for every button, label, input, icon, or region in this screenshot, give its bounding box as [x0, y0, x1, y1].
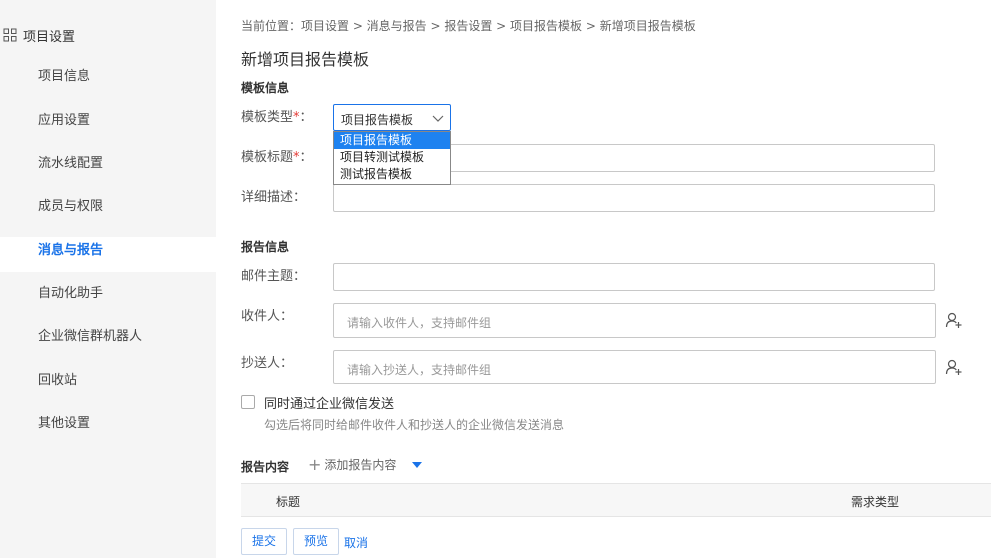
recipients-placeholder: 请输入收件人，支持邮件组 [347, 316, 492, 330]
dropdown-option-project-report[interactable]: 项目报告模板 [334, 132, 450, 149]
sidebar-item-pipeline[interactable]: 流水线配置 [0, 150, 216, 178]
preview-button[interactable]: 预览 [293, 528, 339, 555]
email-subject-input[interactable] [333, 263, 935, 291]
add-cc-icon[interactable] [945, 358, 963, 376]
sidebar-item-messages-reports[interactable]: 消息与报告 [0, 237, 216, 272]
sidebar-item-automation[interactable]: 自动化助手 [0, 280, 216, 308]
wechat-hint: 勾选后将同时给邮件收件人和抄送人的企业微信发送消息 [264, 418, 565, 432]
template-type-label: 模板类型*： [241, 110, 313, 125]
cc-label: 抄送人： [241, 356, 294, 371]
template-type-value: 项目报告模板 [341, 113, 414, 127]
cc-input[interactable]: 请输入抄送人，支持邮件组 [333, 350, 936, 384]
report-info-heading: 报告信息 [241, 240, 290, 254]
template-type-dropdown: 项目报告模板 项目转测试模板 测试报告模板 [333, 131, 451, 185]
caret-down-icon[interactable] [412, 461, 423, 468]
add-recipient-icon[interactable] [945, 311, 963, 329]
template-info-heading: 模板信息 [241, 81, 290, 95]
description-input[interactable] [333, 184, 935, 212]
plus-icon: + [308, 454, 322, 474]
grid-icon [3, 28, 17, 42]
wechat-checkbox[interactable] [241, 395, 255, 409]
wechat-checkbox-label[interactable]: 同时通过企业微信发送 [264, 393, 394, 412]
sidebar-item-project-info[interactable]: 项目信息 [0, 63, 216, 91]
breadcrumb: 当前位置：项目设置 > 消息与报告 > 报告设置 > 项目报告模板 > 新增项目… [241, 19, 696, 33]
chevron-down-icon [432, 112, 444, 124]
report-content-heading: 报告内容 [241, 460, 290, 474]
sidebar-title: 项目设置 [23, 29, 76, 45]
recipients-label: 收件人： [241, 309, 294, 324]
description-label: 详细描述： [241, 190, 307, 205]
column-header-title: 标题 [276, 495, 301, 509]
sidebar-header: 项目设置 [0, 24, 75, 46]
email-subject-label: 邮件主题： [241, 269, 307, 284]
sidebar-item-other-settings[interactable]: 其他设置 [0, 410, 216, 438]
add-report-content-button[interactable]: + 添加报告内容 [308, 454, 423, 474]
recipients-input[interactable]: 请输入收件人，支持邮件组 [333, 303, 936, 338]
cancel-button[interactable]: 取消 [344, 534, 368, 551]
sidebar: 项目设置 项目信息 应用设置 流水线配置 成员与权限 消息与报告 自动化助手 企… [0, 0, 216, 558]
submit-button[interactable]: 提交 [241, 528, 287, 555]
dropdown-option-transfer-test[interactable]: 项目转测试模板 [334, 149, 450, 166]
page-title: 新增项目报告模板 [241, 50, 370, 69]
add-report-content-label: 添加报告内容 [324, 458, 397, 472]
template-title-label: 模板标题*： [241, 150, 313, 165]
report-content-table-header: 标题 需求类型 [241, 483, 991, 517]
template-type-select[interactable]: 项目报告模板 [333, 104, 451, 131]
sidebar-item-recycle-bin[interactable]: 回收站 [0, 367, 216, 395]
sidebar-item-app-settings[interactable]: 应用设置 [0, 107, 216, 135]
main-content: 当前位置：项目设置 > 消息与报告 > 报告设置 > 项目报告模板 > 新增项目… [216, 0, 991, 558]
sidebar-item-members[interactable]: 成员与权限 [0, 193, 216, 221]
sidebar-item-wechat-bot[interactable]: 企业微信群机器人 [0, 323, 216, 351]
cc-placeholder: 请输入抄送人，支持邮件组 [347, 363, 492, 377]
column-header-requirement-type: 需求类型 [851, 495, 900, 509]
dropdown-option-test-report[interactable]: 测试报告模板 [334, 166, 450, 183]
